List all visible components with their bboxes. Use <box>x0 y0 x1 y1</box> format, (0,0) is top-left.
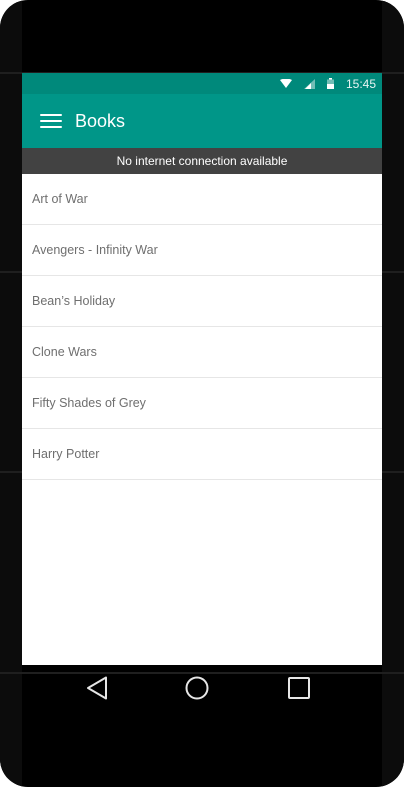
status-time: 15:45 <box>345 76 376 91</box>
list-item[interactable]: Art of War <box>22 174 382 225</box>
list-item[interactable]: Harry Potter <box>22 429 382 480</box>
book-title: Bean’s Holiday <box>32 294 116 308</box>
book-title: Avengers - Infinity War <box>32 243 158 257</box>
page-title: Books <box>75 110 126 131</box>
list-item[interactable]: Clone Wars <box>22 327 382 378</box>
book-title: Art of War <box>32 192 88 206</box>
battery-icon <box>326 78 334 89</box>
book-title: Fifty Shades of Grey <box>32 396 146 410</box>
menu-icon[interactable] <box>40 113 62 129</box>
device-frame: 15:45 Books No internet connection avail… <box>0 0 404 787</box>
system-nav-bar <box>0 665 404 711</box>
app-bar: Books <box>22 94 382 148</box>
wifi-icon <box>279 78 292 89</box>
list-item[interactable]: Bean’s Holiday <box>22 276 382 327</box>
app-screen: 15:45 Books No internet connection avail… <box>22 73 382 665</box>
home-icon[interactable] <box>184 674 210 702</box>
offline-banner-text: No internet connection available <box>116 154 288 168</box>
list-item[interactable]: Fifty Shades of Grey <box>22 378 382 429</box>
book-title: Harry Potter <box>32 447 100 461</box>
offline-banner: No internet connection available <box>22 148 382 174</box>
signal-icon <box>303 78 315 89</box>
back-icon[interactable] <box>84 674 110 702</box>
recents-icon[interactable] <box>286 674 312 702</box>
status-bar: 15:45 <box>22 73 382 94</box>
book-list: Art of War Avengers - Infinity War Bean’… <box>22 174 382 480</box>
book-title: Clone Wars <box>32 345 97 359</box>
list-item[interactable]: Avengers - Infinity War <box>22 225 382 276</box>
